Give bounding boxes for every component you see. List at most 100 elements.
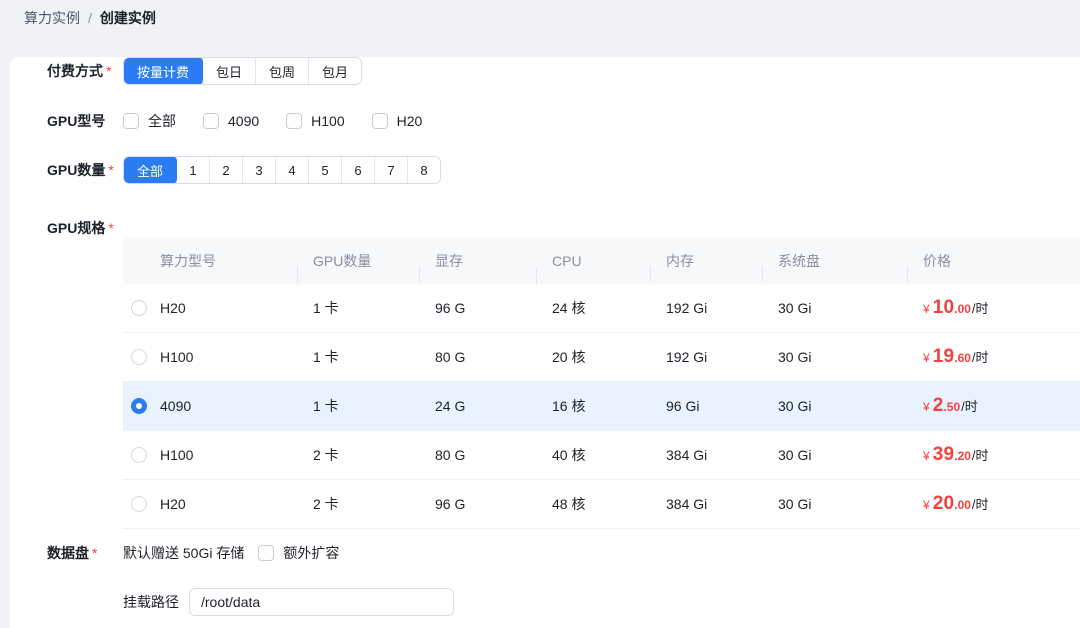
- gpu-spec-table: 算力型号 GPU数量 显存 CPU 内存 系统盘 价格 H20 1 卡 96 G…: [123, 238, 1080, 529]
- cell-gpu-count: 1 卡: [297, 396, 419, 416]
- cell-gpu-count: 2 卡: [297, 494, 419, 514]
- cell-model: H100: [160, 349, 297, 365]
- cell-sys-disk: 30 Gi: [762, 349, 907, 365]
- cell-gpu-count: 2 卡: [297, 445, 419, 465]
- cell-gpu-count: 1 卡: [297, 298, 419, 318]
- spec-row-h20-2[interactable]: H20 2 卡 96 G 48 核 384 Gi 30 Gi ¥20.00/时: [123, 480, 1080, 529]
- gpu-count-segmented: 全部 1 2 3 4 5 6 7 8: [123, 156, 441, 184]
- gpu-count-option-5[interactable]: 5: [308, 157, 341, 183]
- header-memory: 内存: [650, 251, 762, 271]
- required-asterisk: *: [92, 545, 97, 561]
- cell-price: ¥20.00/时: [907, 493, 1080, 515]
- cell-price: ¥10.00/时: [907, 297, 1080, 319]
- billing-option-daily[interactable]: 包日: [202, 58, 255, 84]
- spec-table-header: 算力型号 GPU数量 显存 CPU 内存 系统盘 价格: [123, 238, 1080, 284]
- required-asterisk: *: [108, 162, 113, 178]
- data-disk-label: 数据盘*: [47, 543, 123, 563]
- radio-icon[interactable]: [131, 349, 147, 365]
- cell-cpu: 24 核: [536, 298, 650, 318]
- billing-option-monthly[interactable]: 包月: [308, 58, 361, 84]
- header-sys-disk: 系统盘: [762, 251, 907, 271]
- cell-memory: 384 Gi: [650, 496, 762, 512]
- spec-row-h20-1[interactable]: H20 1 卡 96 G 24 核 192 Gi 30 Gi ¥10.00/时: [123, 284, 1080, 333]
- gpu-model-row: GPU型号 全部 4090 H100 H20: [10, 111, 1080, 131]
- cell-vram: 96 G: [419, 300, 536, 316]
- gpu-model-label: GPU型号: [47, 111, 123, 131]
- cell-sys-disk: 30 Gi: [762, 447, 907, 463]
- checkbox-icon[interactable]: [372, 113, 388, 129]
- spec-row-h100-1[interactable]: H100 1 卡 80 G 20 核 192 Gi 30 Gi ¥19.60/时: [123, 333, 1080, 382]
- required-asterisk: *: [108, 220, 113, 236]
- cell-model: 4090: [160, 398, 297, 414]
- breadcrumb-separator: /: [88, 10, 92, 26]
- data-disk-note: 默认赠送 50Gi 存储: [123, 543, 244, 563]
- gpu-count-option-8[interactable]: 8: [407, 157, 440, 183]
- spec-row-h100-2[interactable]: H100 2 卡 80 G 40 核 384 Gi 30 Gi ¥39.20/时: [123, 431, 1080, 480]
- gpu-count-option-2[interactable]: 2: [209, 157, 242, 183]
- cell-cpu: 20 核: [536, 347, 650, 367]
- data-disk-row: 数据盘* 默认赠送 50Gi 存储 额外扩容: [10, 543, 1080, 563]
- gpu-count-option-7[interactable]: 7: [374, 157, 407, 183]
- checkbox-icon[interactable]: [258, 545, 274, 561]
- gpu-model-option-h20[interactable]: H20: [372, 113, 423, 129]
- cell-model: H20: [160, 496, 297, 512]
- extra-expand-option[interactable]: 额外扩容: [258, 543, 339, 563]
- radio-icon[interactable]: [131, 496, 147, 512]
- radio-checked-icon[interactable]: [131, 398, 147, 414]
- cell-price: ¥39.20/时: [907, 444, 1080, 466]
- breadcrumb-parent[interactable]: 算力实例: [24, 8, 80, 28]
- header-vram: 显存: [419, 251, 536, 271]
- radio-icon[interactable]: [131, 447, 147, 463]
- cell-model: H100: [160, 447, 297, 463]
- gpu-count-option-all[interactable]: 全部: [123, 156, 177, 184]
- gpu-count-option-4[interactable]: 4: [275, 157, 308, 183]
- cell-cpu: 40 核: [536, 445, 650, 465]
- mount-path-input[interactable]: [189, 588, 454, 616]
- checkbox-icon[interactable]: [286, 113, 302, 129]
- cell-memory: 192 Gi: [650, 349, 762, 365]
- cell-memory: 96 Gi: [650, 398, 762, 414]
- cell-cpu: 48 核: [536, 494, 650, 514]
- breadcrumb: 算力实例 / 创建实例: [0, 0, 1080, 35]
- gpu-model-option-4090[interactable]: 4090: [203, 113, 259, 129]
- cell-memory: 384 Gi: [650, 447, 762, 463]
- create-instance-form-card: 付费方式* 按量计费 包日 包周 包月 GPU型号 全部 4090 H100 H…: [10, 57, 1080, 628]
- cell-vram: 80 G: [419, 349, 536, 365]
- cell-gpu-count: 1 卡: [297, 347, 419, 367]
- cell-sys-disk: 30 Gi: [762, 496, 907, 512]
- cell-price: ¥2.50/时: [907, 395, 1080, 417]
- header-gpu-count: GPU数量: [297, 251, 419, 271]
- cell-price: ¥19.60/时: [907, 346, 1080, 368]
- mount-path-label: 挂载路径: [123, 592, 179, 612]
- spec-row-4090-selected[interactable]: 4090 1 卡 24 G 16 核 96 Gi 30 Gi ¥2.50/时: [123, 382, 1080, 431]
- cell-sys-disk: 30 Gi: [762, 398, 907, 414]
- header-model: 算力型号: [160, 251, 297, 271]
- gpu-count-row: GPU数量* 全部 1 2 3 4 5 6 7 8: [10, 156, 1080, 184]
- radio-icon[interactable]: [131, 300, 147, 316]
- cell-vram: 24 G: [419, 398, 536, 414]
- cell-sys-disk: 30 Gi: [762, 300, 907, 316]
- billing-method-segmented: 按量计费 包日 包周 包月: [123, 57, 362, 85]
- page-title: 创建实例: [100, 8, 156, 28]
- mount-path-row: 挂载路径: [10, 588, 1080, 616]
- billing-option-pay-as-you-go[interactable]: 按量计费: [123, 57, 203, 85]
- gpu-count-option-3[interactable]: 3: [242, 157, 275, 183]
- header-price: 价格: [907, 251, 1080, 271]
- gpu-count-option-1[interactable]: 1: [176, 157, 209, 183]
- cell-model: H20: [160, 300, 297, 316]
- gpu-count-option-6[interactable]: 6: [341, 157, 374, 183]
- checkbox-icon[interactable]: [203, 113, 219, 129]
- gpu-spec-label: GPU规格*: [47, 218, 123, 238]
- header-cpu: CPU: [536, 253, 650, 269]
- billing-method-label: 付费方式*: [47, 61, 123, 81]
- cell-vram: 80 G: [419, 447, 536, 463]
- gpu-model-option-all[interactable]: 全部: [123, 111, 176, 131]
- checkbox-icon[interactable]: [123, 113, 139, 129]
- cell-cpu: 16 核: [536, 396, 650, 416]
- gpu-count-label: GPU数量*: [47, 160, 123, 180]
- gpu-model-option-h100[interactable]: H100: [286, 113, 344, 129]
- gpu-spec-row: GPU规格*: [10, 204, 1080, 238]
- billing-option-weekly[interactable]: 包周: [255, 58, 308, 84]
- cell-vram: 96 G: [419, 496, 536, 512]
- cell-memory: 192 Gi: [650, 300, 762, 316]
